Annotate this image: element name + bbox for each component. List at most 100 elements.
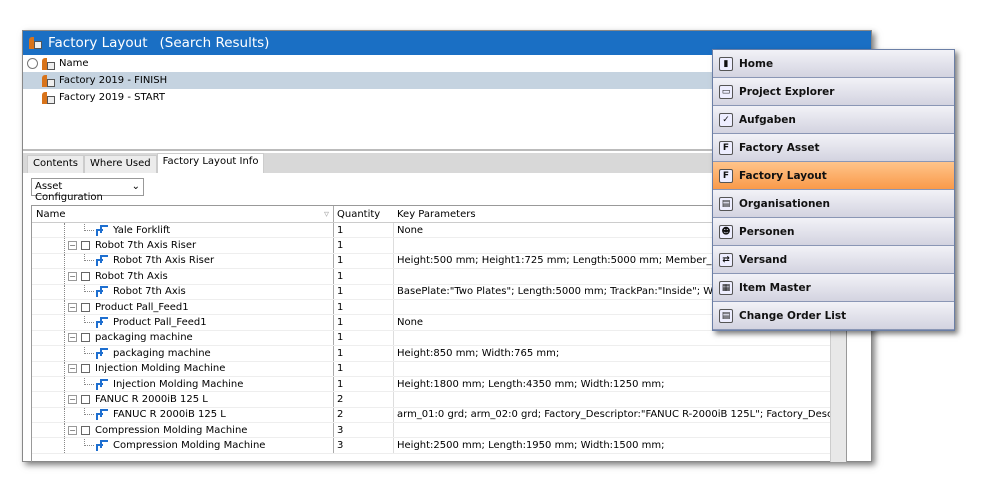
nav-item-label: Item Master <box>739 281 811 294</box>
result-name: Factory 2019 - START <box>59 92 165 103</box>
row-name: Yale Forklift <box>113 224 171 236</box>
row-key-parameters: Height:1800 mm; Length:4350 mm; Width:12… <box>397 378 665 390</box>
factory-asset-icon: F <box>719 140 733 155</box>
dropdown-value: Asset Configuration <box>35 181 103 203</box>
collapse-icon[interactable]: − <box>68 271 77 281</box>
nav-item-label: Project Explorer <box>739 85 835 98</box>
tree-connector <box>84 346 94 354</box>
nav-item-label: Factory Asset <box>739 141 820 154</box>
nav-item-project-explorer[interactable]: ▭ Project Explorer <box>713 78 954 106</box>
asset-icon <box>96 440 108 452</box>
asset-icon <box>96 286 108 298</box>
table-row[interactable]: − packaging machine 1 <box>32 330 846 347</box>
row-name: Robot 7th Axis Riser <box>113 255 215 267</box>
factory-layout-icon <box>42 91 55 104</box>
asset-icon <box>96 255 108 267</box>
row-name: packaging machine <box>95 332 193 344</box>
nav-item-factory-asset[interactable]: F Factory Asset <box>713 134 954 162</box>
row-quantity: 3 <box>334 438 394 453</box>
factory-layout-icon <box>42 57 55 70</box>
collapse-icon[interactable]: − <box>68 333 77 343</box>
row-name: FANUC R 2000iB 125 L <box>95 393 208 405</box>
select-all-radio[interactable] <box>27 58 38 69</box>
row-name: Injection Molding Machine <box>113 378 244 390</box>
nav-item-label: Organisationen <box>739 197 831 210</box>
nav-item-label: Aufgaben <box>739 113 796 126</box>
window-title: Factory Layout <box>48 35 148 51</box>
navigation-menu: ▮ Home ▭ Project Explorer ✓ Aufgaben F Factory … <box>712 49 955 331</box>
collapse-icon[interactable]: − <box>68 241 77 251</box>
organisations-icon: ▤ <box>719 196 733 211</box>
table-row[interactable]: − FANUC R 2000iB 125 L 2 <box>32 392 846 408</box>
item-master-icon: ▦ <box>719 280 733 295</box>
row-name: Compression Molding Machine <box>95 424 248 436</box>
row-name: Robot 7th Axis <box>113 286 186 298</box>
result-name: Factory 2019 - FINISH <box>59 75 168 86</box>
table-row[interactable]: packaging machine 1 Height:850 mm; Width:7… <box>32 346 846 362</box>
row-name: Product Pall_Feed1 <box>113 317 207 329</box>
collapse-icon[interactable]: − <box>68 302 77 312</box>
nav-item-personen[interactable]: ☻ Personen <box>713 218 954 246</box>
factory-layout-icon: F <box>719 168 733 183</box>
asset-icon <box>96 347 108 359</box>
tab-where-used[interactable]: Where Used <box>83 155 157 173</box>
table-row[interactable]: Compression Molding Machine 3 Height:2500 … <box>32 438 846 454</box>
nav-item-home[interactable]: ▮ Home <box>713 50 954 78</box>
nav-item-item-master[interactable]: ▦ Item Master <box>713 274 954 302</box>
row-quantity: 1 <box>334 299 394 315</box>
row-quantity: 1 <box>334 238 394 253</box>
configuration-dropdown[interactable]: Asset Configuration ⌄ <box>31 178 144 203</box>
nav-item-factory-layout[interactable]: F Factory Layout <box>713 162 954 190</box>
asset-icon <box>96 317 108 329</box>
tab-factory-layout-info[interactable]: Factory Layout Info <box>156 153 265 173</box>
nav-item-label: Factory Layout <box>739 169 827 182</box>
row-quantity: 1 <box>334 361 394 376</box>
project-explorer-icon: ▭ <box>719 84 733 99</box>
assembly-icon <box>81 302 90 312</box>
table-row[interactable]: − Injection Molding Machine 1 <box>32 361 846 377</box>
tab-contents[interactable]: Contents <box>27 155 84 173</box>
row-key-parameters: arm_01:0 grd; arm_02:0 grd; Factory_Desc… <box>397 409 846 421</box>
row-name: Compression Molding Machine <box>113 440 266 452</box>
row-name: Robot 7th Axis Riser <box>95 240 197 252</box>
nav-item-label: Change Order List <box>739 309 847 322</box>
window-subtitle: (Search Results) <box>159 35 270 51</box>
table-row[interactable]: FANUC R 2000iB 125 L 2 arm_01:0 grd; arm_0… <box>32 407 846 424</box>
row-name: Injection Molding Machine <box>95 363 226 375</box>
column-header-name[interactable]: Name ▿ <box>32 206 334 222</box>
row-quantity: 1 <box>334 269 394 284</box>
row-name: FANUC R 2000iB 125 L <box>113 409 226 421</box>
row-quantity: 3 <box>334 423 394 438</box>
assembly-icon <box>81 364 90 374</box>
tree-connector <box>84 408 94 416</box>
row-name: Robot 7th Axis <box>95 270 168 282</box>
nav-item-versand[interactable]: ⇄ Versand <box>713 246 954 274</box>
row-name: Product Pall_Feed1 <box>95 301 189 313</box>
name-column-header[interactable]: Name <box>59 58 89 69</box>
collapse-icon[interactable]: − <box>68 394 77 404</box>
row-quantity: 1 <box>334 223 394 238</box>
collapse-icon[interactable]: − <box>68 425 77 435</box>
row-quantity: 2 <box>334 392 394 407</box>
collapse-icon[interactable]: − <box>68 364 77 374</box>
asset-icon <box>96 378 108 390</box>
filter-icon[interactable]: ▿ <box>324 209 329 220</box>
nav-item-aufgaben[interactable]: ✓ Aufgaben <box>713 106 954 134</box>
assembly-icon <box>81 241 90 251</box>
table-row[interactable]: Injection Molding Machine 1 Height:1800 mm… <box>32 376 846 393</box>
tree-connector <box>84 377 94 385</box>
row-quantity: 1 <box>334 330 394 346</box>
tree-connector <box>84 223 94 231</box>
asset-icon <box>96 409 108 421</box>
row-key-parameters: Height:2500 mm; Length:1950 mm; Width:15… <box>397 440 665 452</box>
column-header-quantity[interactable]: Quantity <box>334 209 394 220</box>
row-name: packaging machine <box>113 347 211 359</box>
tree-connector <box>84 439 94 447</box>
table-row[interactable]: − Compression Molding Machine 3 <box>32 423 846 439</box>
factory-layout-icon <box>29 37 42 49</box>
assembly-icon <box>81 333 90 343</box>
nav-item-organisationen[interactable]: ▤ Organisationen <box>713 190 954 218</box>
nav-item-change-order-list[interactable]: ▤ Change Order List <box>713 302 954 330</box>
assembly-icon <box>81 425 90 435</box>
nav-item-label: Home <box>739 57 774 70</box>
